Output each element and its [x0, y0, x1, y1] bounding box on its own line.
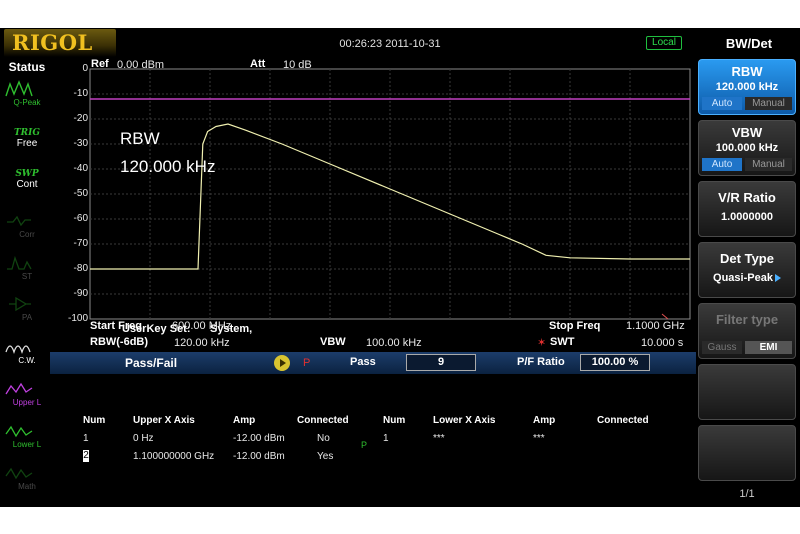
rbw-auto-option[interactable]: Auto [702, 97, 742, 110]
vr-ratio-softkey[interactable]: V/R Ratio 1.0000000 [698, 181, 796, 237]
lower-label: Lower L [12, 440, 42, 449]
lower-row-x[interactable]: *** [433, 433, 445, 444]
filter-type-label: Filter type [715, 312, 779, 327]
lower-limit-icon [5, 425, 33, 438]
upper-row-amp[interactable]: -12.00 dBm [233, 451, 285, 462]
upper-row-amp[interactable]: -12.00 dBm [233, 433, 285, 444]
vbw-softkey[interactable]: VBW 100.000 kHz Auto Manual [698, 120, 796, 176]
rbw-label: RBW(-6dB) [90, 336, 149, 348]
empty-softkey-2[interactable] [698, 425, 796, 481]
stop-freq-label: Stop Freq [549, 320, 601, 332]
start-freq-label: Start Freq [90, 320, 142, 332]
datetime: 00:26:23 2011-10-31 [339, 38, 441, 50]
rbw-softkey-label: RBW [731, 64, 763, 79]
lower-row-amp[interactable]: *** [533, 433, 545, 444]
spectrum-plot [89, 68, 691, 320]
rbw-auto-manual[interactable]: Auto Manual [702, 97, 792, 110]
upper-limit-icon [5, 382, 33, 395]
swt-label: SWT [550, 336, 575, 348]
local-badge: Local [646, 36, 682, 50]
logo-text: RIGOL [12, 30, 93, 55]
pass-count-value: 9 [406, 354, 476, 371]
rbw-overlay-label: RBW [120, 129, 160, 148]
filter-gauss-option[interactable]: Gauss [702, 341, 742, 354]
math-icon [5, 467, 33, 480]
det-type-label: Det Type [720, 251, 774, 266]
header-amp-lower: Amp [533, 415, 556, 426]
pass-count-label: Pass [350, 356, 376, 368]
rigol-logo: RIGOL [4, 29, 116, 57]
lower-row-num[interactable]: 1 [383, 433, 389, 444]
passfail-title: Pass/Fail [125, 356, 178, 370]
swt-value: 10.000 s [641, 337, 684, 349]
stop-freq-value: 1.1000 GHz [626, 320, 685, 332]
vbw-auto-manual[interactable]: Auto Manual [702, 158, 792, 171]
filter-type-softkey[interactable]: Filter type Gauss EMI [698, 303, 796, 359]
upper-row-num[interactable]: 1 [83, 433, 89, 444]
vbw-label: VBW [320, 336, 346, 348]
header-num-lower: Num [383, 415, 406, 426]
math-label: Math [18, 482, 36, 491]
swt-auto-mark: ✶ [537, 337, 547, 349]
rbw-softkey[interactable]: RBW 120.000 kHz Auto Manual [698, 59, 796, 115]
status-math: Math [4, 462, 50, 500]
rbw-softkey-value: 120.000 kHz [715, 81, 779, 93]
submenu-arrow-icon [774, 274, 781, 283]
header-lower-x: Lower X Axis [433, 415, 496, 426]
upper-row-connected[interactable]: Yes [317, 451, 333, 462]
run-test-icon[interactable] [274, 355, 290, 371]
pass-indicator: P [303, 357, 311, 369]
vbw-auto-option[interactable]: Auto [702, 158, 742, 171]
header-connected-lower: Connected [597, 415, 649, 426]
det-type-value: Quasi-Peak [699, 272, 795, 284]
vbw-softkey-value: 100.000 kHz [715, 142, 779, 154]
upper-label: Upper L [12, 398, 42, 407]
vbw-manual-option[interactable]: Manual [745, 158, 792, 171]
upper-row-connected[interactable]: No [317, 433, 330, 444]
passfail-panel: Pass/Fail P Pass 9 P/F Ratio 100.00 % Nu… [50, 352, 696, 507]
rbw-manual-option[interactable]: Manual [745, 97, 792, 110]
vr-ratio-label: V/R Ratio [718, 190, 776, 205]
vbw-softkey-label: VBW [731, 125, 763, 140]
header-connected-upper: Connected [297, 415, 349, 426]
cw-label: C.W. [18, 356, 36, 365]
pf-ratio-label: P/F Ratio [517, 356, 565, 368]
status-upper: Upper L [4, 378, 50, 416]
header-amp-upper: Amp [233, 415, 256, 426]
upper-row-x[interactable]: 1.100000000 GHz [133, 451, 214, 462]
status-lower: Lower L [4, 420, 50, 458]
menu-page-number: 1/1 [739, 488, 755, 500]
rbw-overlay-value: 120.000 kHz [120, 157, 216, 176]
analyzer-screen: RIGOL 00:26:23 2011-10-31 Local Status Q… [0, 28, 800, 507]
empty-softkey-1[interactable] [698, 364, 796, 420]
header-upper-x: Upper X Axis [133, 415, 195, 426]
start-freq-value: 600.00 MHz [172, 320, 232, 332]
upper-row-x[interactable]: 0 Hz [133, 433, 154, 444]
filter-type-options[interactable]: Gauss EMI [702, 341, 792, 354]
vbw-value: 100.00 kHz [366, 337, 422, 349]
spectrum-display: Ref 0.00 dBm Att 10 dB 0 -10 -20 -30 -40 -50-… [0, 56, 700, 356]
det-type-softkey[interactable]: Det Type Quasi-Peak [698, 242, 796, 298]
vr-ratio-value: 1.0000000 [721, 211, 773, 223]
upper-row-num-selected[interactable]: 2 [83, 450, 89, 462]
rbw-value: 120.00 kHz [174, 337, 230, 349]
p-mark: P [361, 440, 368, 450]
filter-emi-option[interactable]: EMI [745, 341, 792, 354]
header-num-upper: Num [83, 415, 106, 426]
menu-title: BW/Det [725, 36, 773, 51]
pf-ratio-value: 100.00 % [580, 354, 650, 371]
